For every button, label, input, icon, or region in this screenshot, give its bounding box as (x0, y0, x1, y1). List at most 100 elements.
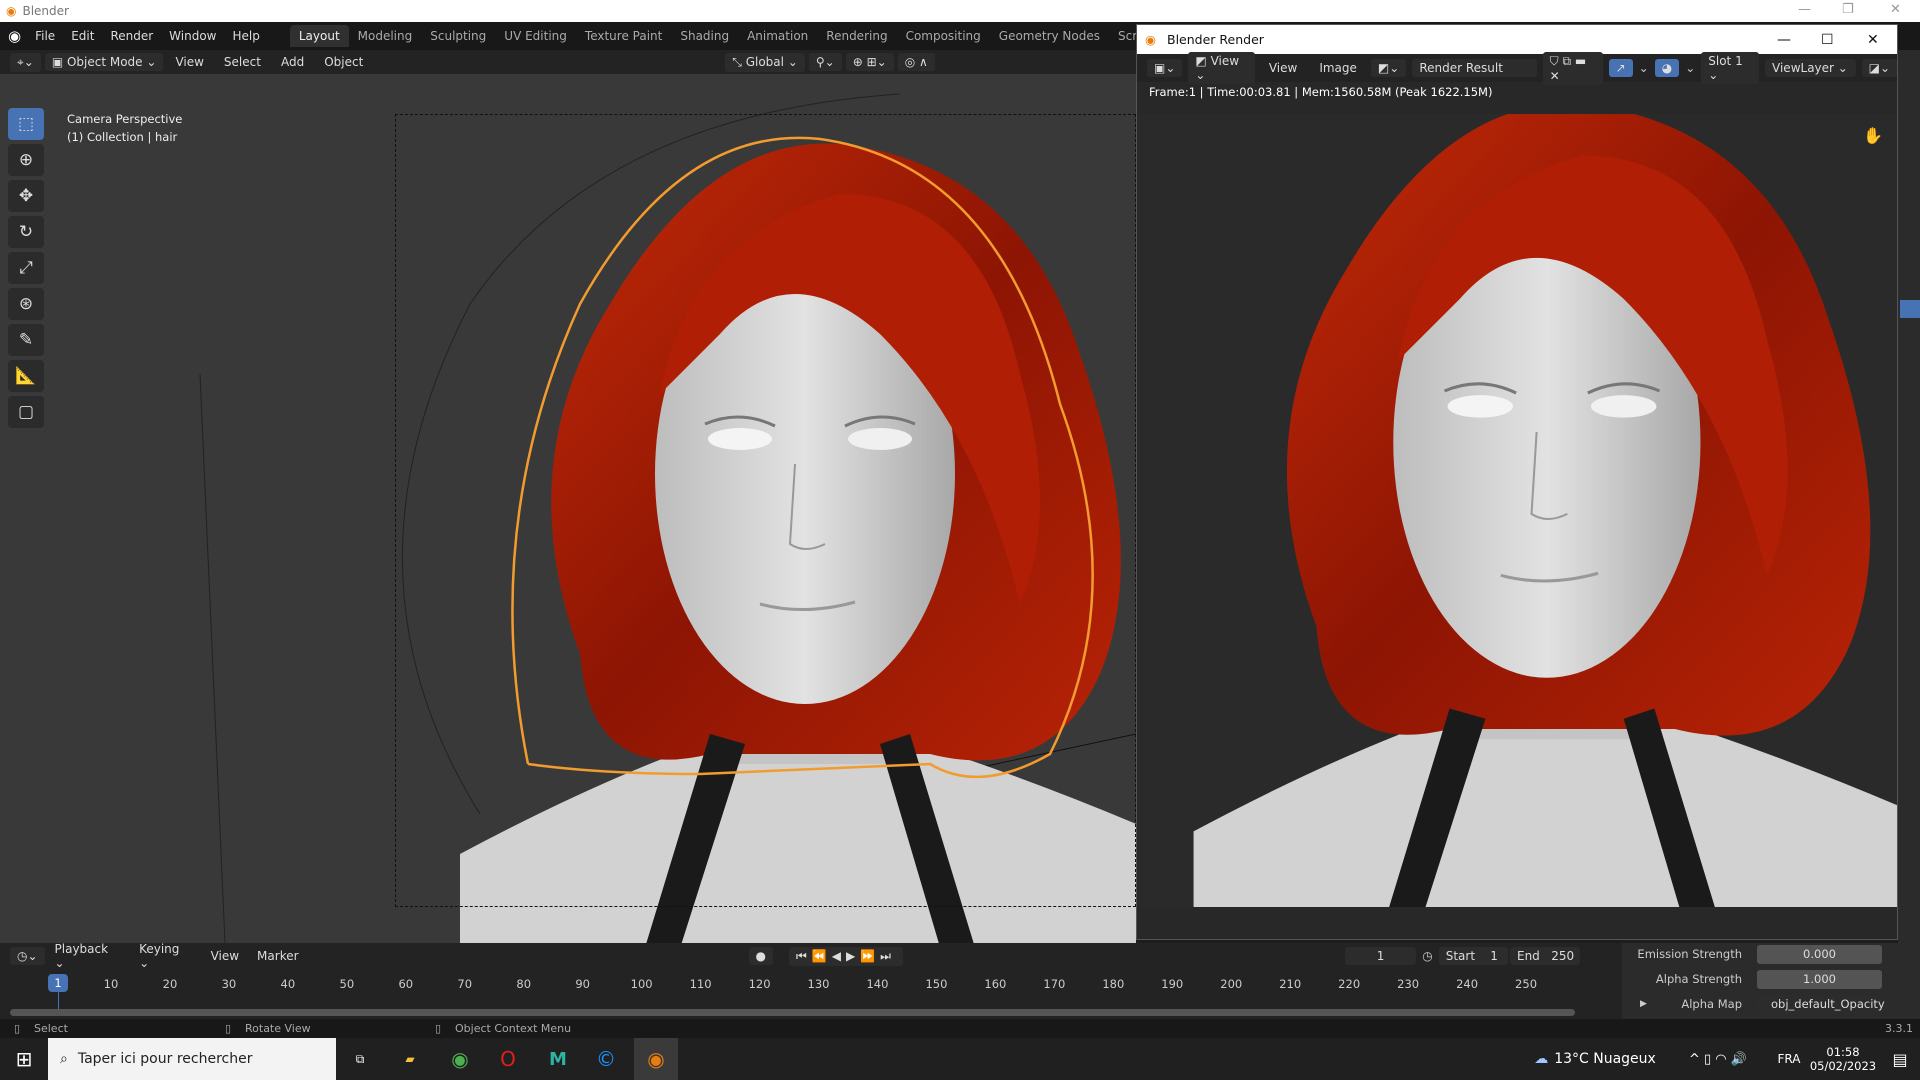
tab-shading[interactable]: Shading (671, 25, 738, 47)
transform-tool-icon[interactable]: ⊛ (8, 288, 44, 320)
maximize-button[interactable]: ❐ (1842, 2, 1854, 17)
display-channels-icon[interactable]: ◪⌄ (1861, 59, 1898, 77)
annotate-tool-icon[interactable]: ✎ (8, 324, 44, 356)
tab-texture-paint[interactable]: Texture Paint (576, 25, 671, 47)
close-button[interactable]: ✕ (1890, 2, 1901, 17)
c-app-icon[interactable]: © (586, 1038, 626, 1080)
image-actions-icons[interactable]: ⛉ ⧉ ▬ ✕ (1542, 51, 1603, 85)
status-context: Object Context Menu (455, 1022, 572, 1035)
tab-sculpting[interactable]: Sculpting (421, 25, 495, 47)
camera-frame (395, 114, 1136, 907)
tab-animation[interactable]: Animation (738, 25, 817, 47)
pivot-icon[interactable]: ⚲⌄ (808, 53, 842, 71)
menu-window[interactable]: Window (161, 29, 224, 43)
tool-shelf: ⬚ ⊕ ✥ ↻ ⤢ ⊛ ✎ 📐 ▢ (8, 108, 48, 432)
alpha-map-row: ▶ Alpha Map obj_default_Opacity (1622, 993, 1920, 1015)
taskbar-search[interactable]: ⌕ Taper ici pour rechercher (48, 1038, 336, 1080)
tab-compositing[interactable]: Compositing (897, 25, 990, 47)
gizmo-icon[interactable]: ↗ (1608, 59, 1633, 77)
windows-start-icon[interactable]: ⊞ (0, 1038, 48, 1080)
system-tray-icons[interactable]: ^ ▯ ◠ 🔊 (1668, 1038, 1768, 1080)
emission-strength-row: Emission Strength 0.000 (1622, 943, 1920, 965)
tab-layout[interactable]: Layout (289, 25, 349, 47)
viewlayer-dropdown[interactable]: ViewLayer ⌄ (1765, 59, 1856, 77)
frame-tick-label: 170 (1043, 977, 1066, 991)
image-menu-image[interactable]: Image (1311, 61, 1365, 75)
tab-modeling[interactable]: Modeling (349, 25, 422, 47)
rotate-tool-icon[interactable]: ↻ (8, 216, 44, 248)
timeline-scrollbar[interactable] (10, 1009, 1575, 1016)
cursor-tool-icon[interactable]: ⊕ (8, 144, 44, 176)
overlay-icon[interactable]: ◕ (1654, 59, 1680, 77)
mouse-right-icon: ▯ (435, 1022, 442, 1035)
mode-dropdown[interactable]: ▣ Object Mode ⌄ (44, 53, 164, 71)
tab-geometry-nodes[interactable]: Geometry Nodes (990, 25, 1109, 47)
frame-tick-label: 200 (1220, 977, 1243, 991)
viewport-menu-select[interactable]: Select (216, 55, 269, 69)
tab-uv-editing[interactable]: UV Editing (495, 25, 576, 47)
blender-taskbar-icon[interactable]: ◉ (634, 1038, 678, 1080)
add-cube-tool-icon[interactable]: ▢ (8, 396, 44, 428)
orientation-dropdown[interactable]: ⤡ Global ⌄ (725, 52, 805, 72)
menu-render[interactable]: Render (102, 29, 161, 43)
gizmo-dropdown-icon[interactable]: ⌄ (1639, 61, 1649, 75)
viewport-menu-view[interactable]: View (167, 55, 211, 69)
clock[interactable]: 01:58 05/02/2023 (1808, 1038, 1878, 1080)
3d-viewport[interactable] (0, 74, 1136, 943)
weather-widget[interactable]: ☁ 13°C Nuageux (1525, 1038, 1665, 1080)
overlay-dropdown-icon[interactable]: ⌄ (1685, 61, 1695, 75)
emission-strength-field[interactable]: 0.000 (1757, 944, 1882, 964)
orientation-label: Global (745, 54, 784, 69)
frame-tick-label: 140 (866, 977, 889, 991)
editor-type-icon[interactable]: ▣⌄ (1147, 59, 1183, 77)
pan-hand-icon[interactable]: ✋ (1863, 126, 1883, 145)
scale-tool-icon[interactable]: ⤢ (8, 252, 44, 284)
view-mode-dropdown[interactable]: ◩ View ⌄ (1188, 52, 1255, 84)
menu-file[interactable]: File (27, 29, 63, 43)
viewport-header: ⌖⌄ ▣ Object Mode ⌄ View Select Add Objec… (0, 50, 1136, 74)
opera-icon[interactable]: O (488, 1038, 528, 1080)
frame-ruler[interactable]: 1 10 20 30 40 50 60 70 80 90 100 110 120 130 140 150 16… (0, 943, 1580, 1019)
clock-time: 01:58 (1826, 1045, 1860, 1059)
playhead-frame[interactable]: 1 (48, 974, 68, 992)
alpha-map-field[interactable]: obj_default_Opacity (1757, 994, 1885, 1014)
chrome-icon[interactable]: ◉ (440, 1038, 480, 1080)
render-minimize-button[interactable]: — (1777, 32, 1791, 48)
zoom-icon[interactable]: ⌕ (1865, 114, 1874, 118)
move-tool-icon[interactable]: ✥ (8, 180, 44, 212)
cloud-icon: ☁ (1534, 1051, 1549, 1067)
tab-rendering[interactable]: Rendering (817, 25, 896, 47)
image-browse-icon[interactable]: ◩⌄ (1370, 59, 1407, 77)
render-result-image[interactable]: ⌕ ✋ (1137, 114, 1897, 907)
editor-type-icon[interactable]: ⌖⌄ (10, 52, 41, 72)
blender-logo-icon: ◉ (6, 4, 17, 18)
render-maximize-button[interactable]: ☐ (1821, 32, 1834, 48)
properties-tab-active[interactable] (1900, 300, 1920, 318)
minimize-button[interactable]: — (1798, 2, 1811, 17)
expand-icon[interactable]: ▶ (1640, 999, 1647, 1009)
m-app-icon[interactable]: M (538, 1038, 578, 1080)
proportional-edit-icon[interactable]: ◎ ∧ (897, 53, 935, 71)
measure-tool-icon[interactable]: 📐 (8, 360, 44, 392)
image-name-field[interactable]: Render Result (1412, 59, 1537, 77)
select-box-tool-icon[interactable]: ⬚ (8, 108, 44, 140)
menu-edit[interactable]: Edit (63, 29, 102, 43)
render-close-button[interactable]: ✕ (1867, 32, 1879, 48)
snap-icon[interactable]: ⊕ ⊞⌄ (845, 53, 894, 71)
mouse-middle-icon: ▯ (225, 1022, 232, 1035)
slot-dropdown[interactable]: Slot 1 ⌄ (1701, 52, 1760, 84)
blender-menu-icon[interactable]: ◉ (8, 27, 21, 45)
image-menu-view[interactable]: View (1261, 61, 1305, 75)
status-rotate: Rotate View (245, 1022, 311, 1035)
notifications-icon[interactable]: ▤ (1880, 1038, 1920, 1080)
alpha-strength-field[interactable]: 1.000 (1757, 969, 1882, 989)
menu-help[interactable]: Help (225, 29, 268, 43)
collection-label: (1) Collection | hair (67, 130, 178, 144)
frame-tick-label: 150 (925, 977, 948, 991)
viewport-menu-add[interactable]: Add (273, 55, 312, 69)
frame-tick-label: 230 (1397, 977, 1420, 991)
task-view-icon[interactable]: ⧉ (340, 1038, 380, 1080)
language-indicator[interactable]: FRA (1770, 1038, 1808, 1080)
viewport-menu-object[interactable]: Object (316, 55, 371, 69)
file-explorer-icon[interactable]: ▰ (390, 1038, 430, 1080)
